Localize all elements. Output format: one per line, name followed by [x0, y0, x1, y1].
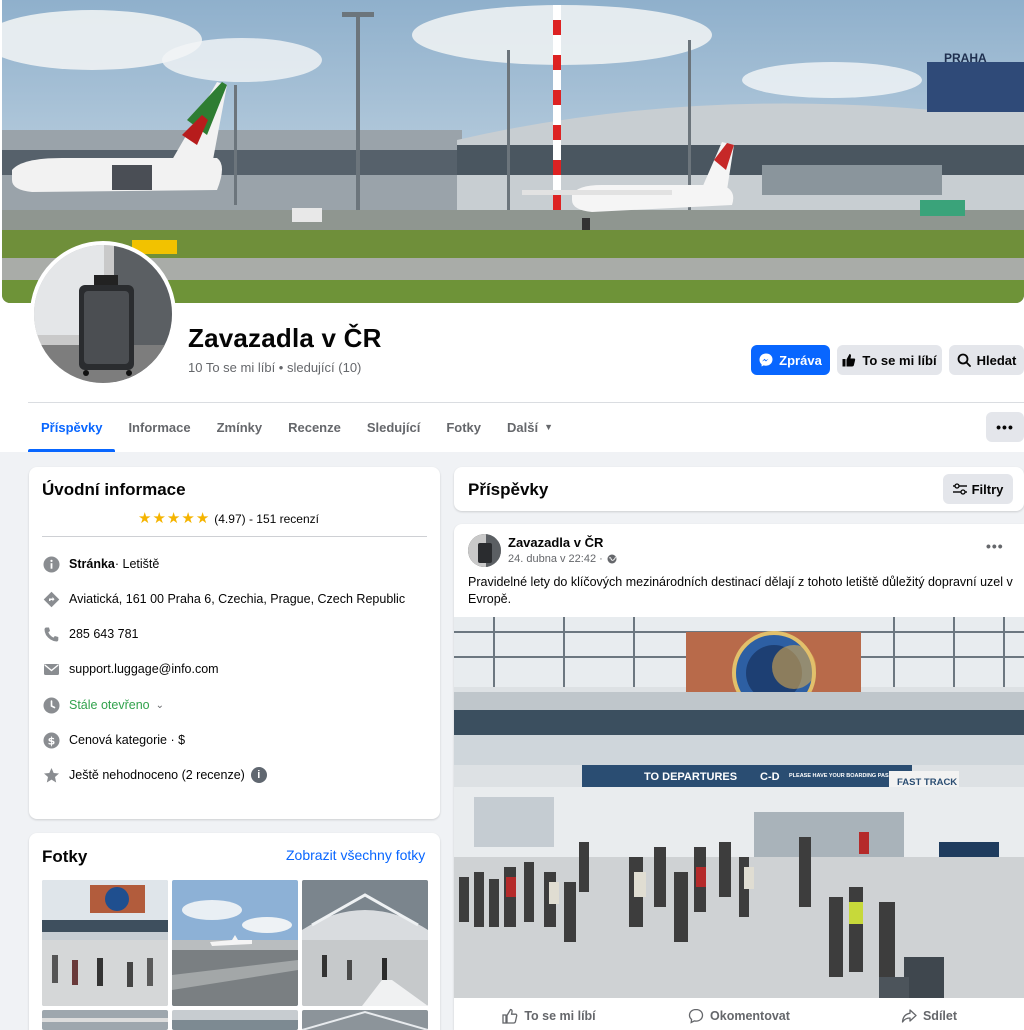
ellipsis-icon: ••• [996, 419, 1014, 435]
star-icon: ★ [152, 510, 166, 527]
unrated-text: Ještě nehodnoceno (2 recenze) [69, 768, 245, 782]
gates-sign-text: C-D [760, 771, 780, 783]
post-like-label: To se mi líbí [524, 1009, 596, 1023]
phone-text: 285 643 781 [69, 627, 139, 641]
phone-icon [42, 625, 60, 643]
post-share-button[interactable]: Sdílet [834, 1002, 1024, 1030]
info-circle-icon [42, 555, 60, 573]
info-category: Stránka · Letiště [42, 554, 159, 574]
star-icon: ★ [138, 510, 152, 527]
post-timestamp[interactable]: 24. dubna v 22:42 · [508, 553, 617, 565]
header-divider [28, 402, 1024, 403]
photo-thumbnail[interactable] [172, 880, 298, 1006]
envelope-icon [42, 660, 60, 678]
cover-sign-text: PRAHA [944, 51, 987, 65]
tab-posts[interactable]: Příspěvky [28, 405, 116, 452]
like-page-button[interactable]: To se mi líbí [837, 345, 942, 375]
tab-reviews[interactable]: Recenze [275, 405, 354, 449]
page-likes-followers[interactable]: 10 To se mi líbí • sledující (10) [188, 360, 361, 375]
star-icon: ★ [166, 510, 181, 527]
fast-track-sign-text: FAST TRACK [897, 777, 957, 788]
post-like-button[interactable]: To se mi líbí [454, 1002, 644, 1030]
post-comment-button[interactable]: Okomentovat [644, 1002, 834, 1030]
directions-icon [42, 590, 60, 608]
email-text: support.luggage@info.com [69, 662, 219, 676]
message-button[interactable]: Zpráva [751, 345, 830, 375]
svg-text:$: $ [47, 734, 55, 747]
globe-icon [607, 554, 617, 564]
dollar-icon: $ [42, 731, 60, 749]
ellipsis-icon: ••• [986, 538, 1004, 554]
page-tabs: Příspěvky Informace Zmínky Recenze Sledu… [28, 405, 566, 452]
photo-thumbnail[interactable] [302, 1010, 428, 1030]
price-text: Cenová kategorie · $ [69, 733, 186, 747]
post-text: Pravidelné lety do klíčových mezinárodní… [468, 575, 1013, 606]
post-action-bar: To se mi líbí Okomentovat Sdílet [454, 1002, 1024, 1030]
address-text: Aviatická, 161 00 Praha 6, Czechia, Prag… [69, 592, 406, 606]
cover-photo[interactable]: PRAHA [2, 0, 1024, 303]
tab-photos[interactable]: Fotky [433, 405, 494, 449]
post-comment-label: Okomentovat [710, 1009, 790, 1023]
photos-title: Fotky [42, 847, 88, 866]
star-icon: ★ [195, 510, 210, 527]
caret-down-icon: ▼ [544, 422, 553, 432]
posts-title: Příspěvky [468, 480, 549, 499]
sliders-icon [952, 483, 967, 495]
star-icon: ★ [181, 510, 195, 527]
like-page-button-label: To se mi líbí [862, 352, 937, 368]
category-value[interactable]: · Letiště [115, 557, 159, 571]
post-author-name[interactable]: Zavazadla v ČR [508, 535, 603, 550]
tab-about[interactable]: Informace [115, 405, 203, 449]
star-outline-icon [42, 766, 60, 784]
info-price: $ Cenová kategorie · $ [42, 730, 185, 750]
info-icon[interactable]: i [250, 767, 267, 783]
search-icon [957, 353, 971, 367]
tab-more[interactable]: Další ▼ [494, 405, 566, 449]
filter-button-label: Filtry [971, 481, 1004, 497]
tab-followers[interactable]: Sledující [354, 405, 433, 449]
clock-icon [42, 696, 60, 714]
rating-summary[interactable]: ★ ★ ★ ★ ★ (4.97) - 151 recenzí [138, 511, 319, 526]
post-options-button[interactable]: ••• [986, 538, 1004, 554]
post-author-avatar[interactable] [468, 534, 501, 567]
info-reviews: Ještě nehodnoceno (2 recenze) i [42, 765, 267, 785]
tab-more-label: Další [506, 419, 539, 435]
show-all-photos-link[interactable]: Zobrazit všechny fotky [286, 847, 425, 863]
photo-thumbnail[interactable] [42, 1010, 168, 1030]
info-phone[interactable]: 285 643 781 [42, 624, 139, 644]
search-button[interactable]: Hledat [949, 345, 1024, 375]
hours-status: Stále otevřeno [69, 698, 150, 712]
photo-thumbnail[interactable] [172, 1010, 298, 1030]
intro-divider [42, 536, 427, 537]
photo-thumbnail[interactable] [302, 880, 428, 1006]
messenger-icon [759, 353, 773, 367]
post-share-label: Sdílet [922, 1009, 958, 1023]
info-email[interactable]: support.luggage@info.com [42, 659, 219, 679]
filter-button[interactable]: Filtry [943, 474, 1013, 504]
intro-title: Úvodní informace [42, 480, 186, 499]
page-title: Zavazadla v ČR [188, 323, 382, 353]
message-button-label: Zpráva [779, 352, 822, 368]
comment-icon [688, 1008, 704, 1024]
chevron-down-icon: ⌄ [155, 699, 164, 711]
post-time-text: 24. dubna v 22:42 · [508, 553, 603, 565]
page-avatar[interactable] [30, 241, 176, 387]
tab-mentions[interactable]: Zmínky [204, 405, 276, 449]
info-hours[interactable]: Stále otevřeno ⌄ [42, 695, 164, 715]
search-button-label: Hledat [976, 352, 1017, 368]
category-type: Stránka [69, 557, 115, 571]
more-options-button[interactable]: ••• [986, 412, 1024, 442]
photo-thumbnail[interactable] [42, 880, 168, 1006]
info-address[interactable]: Aviatická, 161 00 Praha 6, Czechia, Prag… [42, 589, 405, 609]
post-image[interactable]: TO DEPARTURES C-D PLEASE HAVE YOUR BOARD… [454, 617, 1024, 998]
departures-sign-text: TO DEPARTURES [644, 771, 737, 783]
thumbs-up-icon [842, 354, 856, 367]
thumbs-up-outline-icon [502, 1008, 518, 1024]
rating-text: (4.97) - 151 recenzí [214, 511, 319, 526]
share-arrow-icon [901, 1009, 917, 1023]
